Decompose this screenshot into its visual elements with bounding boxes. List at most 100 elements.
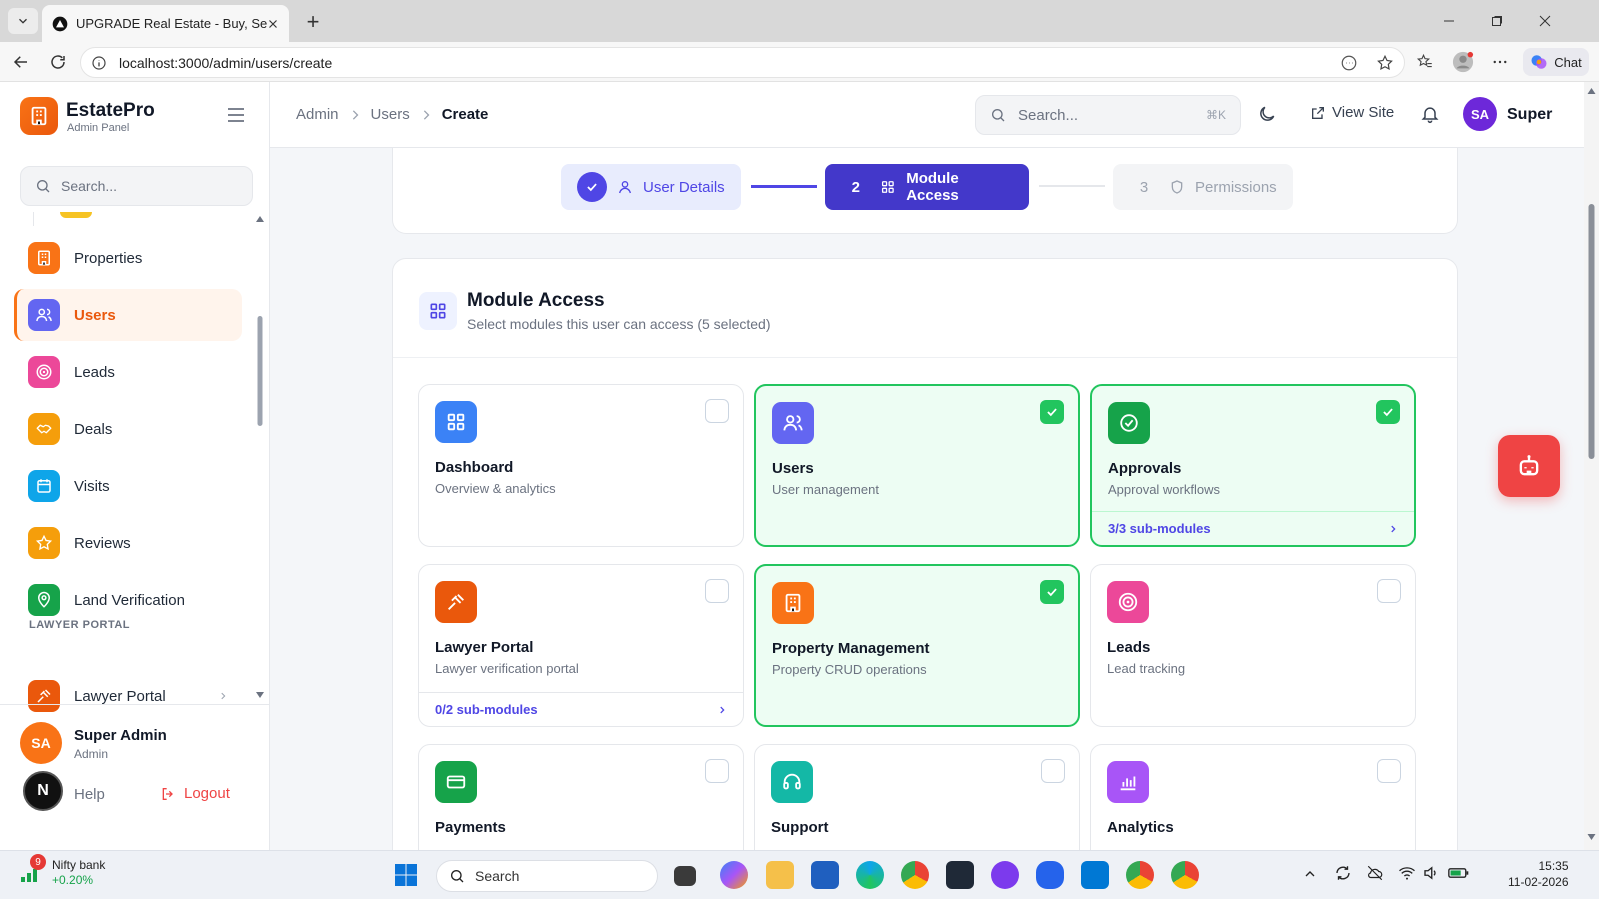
microsoft-store-icon[interactable] [811, 861, 839, 889]
avatar[interactable]: SA [1463, 97, 1497, 131]
reload-button[interactable] [46, 50, 70, 74]
module-card-users[interactable]: Users User management [754, 384, 1080, 547]
chrome-icon[interactable] [901, 861, 929, 889]
browser-tab-active[interactable]: UPGRADE Real Estate - Buy, Sell & [42, 5, 289, 42]
system-clock[interactable]: 15:35 11-02-2026 [1508, 858, 1569, 890]
sidebar-scrollbar[interactable] [255, 212, 265, 712]
copilot-chat-button[interactable]: Chat [1523, 48, 1589, 76]
minimize-button[interactable] [1434, 10, 1464, 32]
view-site-link[interactable]: View Site [1310, 104, 1394, 121]
breadcrumb-current: Create [441, 106, 489, 123]
module-checkbox[interactable] [705, 759, 729, 783]
taskbar-search[interactable]: Search [436, 860, 658, 892]
building-icon [28, 242, 60, 274]
global-search-input[interactable]: Search... ⌘K [975, 95, 1241, 135]
new-tab-button[interactable]: + [300, 9, 326, 34]
stock-ticker-widget[interactable]: 9 Nifty bank +0.20% [18, 854, 106, 888]
copilot-app-icon[interactable] [720, 861, 748, 889]
postgres-icon[interactable] [1036, 861, 1064, 889]
profile-button[interactable] [1451, 50, 1475, 74]
module-checkbox[interactable] [705, 579, 729, 603]
back-button[interactable] [9, 50, 33, 74]
nextjs-dev-badge[interactable]: N [23, 771, 63, 811]
theme-toggle-button[interactable] [1257, 104, 1277, 124]
page-scrollbar[interactable] [1584, 82, 1599, 850]
sidebar-item-visits[interactable]: Visits [14, 460, 242, 512]
step-user-details[interactable]: User Details [561, 164, 741, 210]
sub-modules-toggle[interactable]: 0/2 sub-modules [419, 692, 743, 726]
partial-nav-icon [60, 212, 92, 218]
external-link-icon [1312, 106, 1324, 119]
module-title: Lawyer Portal [435, 639, 534, 656]
module-checkbox-checked[interactable] [1040, 400, 1064, 424]
battery-icon[interactable] [1448, 864, 1470, 882]
edge-browser-icon[interactable] [856, 861, 884, 889]
sidebar-item-reviews[interactable]: Reviews [14, 517, 242, 569]
start-button[interactable] [394, 863, 418, 887]
sidebar-item-lawyer-portal[interactable]: Lawyer Portal [14, 676, 242, 716]
ticker-change: +0.20% [52, 873, 94, 887]
calendar-icon [28, 470, 60, 502]
sticky-app-icon[interactable] [946, 861, 974, 889]
sync-tray-icon[interactable] [1334, 864, 1352, 882]
close-window-button[interactable] [1530, 10, 1560, 32]
sidebar-toggle-button[interactable] [226, 106, 246, 124]
step-module-access[interactable]: 2 Module Access [825, 164, 1029, 210]
favorite-star-icon[interactable] [1376, 54, 1394, 72]
sidebar-search-placeholder: Search... [61, 178, 118, 194]
browser-menu-button[interactable] [1488, 50, 1512, 74]
favorites-button[interactable] [1413, 50, 1437, 74]
tray-overflow-button[interactable] [1302, 866, 1318, 882]
reading-mode-icon[interactable] [1340, 54, 1358, 72]
module-card-property-management[interactable]: Property Management Property CRUD operat… [754, 564, 1080, 727]
avatar[interactable]: SA [20, 722, 62, 764]
module-checkbox[interactable] [705, 399, 729, 423]
module-card-lawyer-portal[interactable]: Lawyer Portal Lawyer verification portal… [418, 564, 744, 727]
sidebar-search-input[interactable]: Search... [20, 166, 253, 206]
sidebar-item-properties[interactable]: Properties [14, 232, 242, 284]
help-link[interactable]: Help [74, 786, 105, 803]
module-checkbox[interactable] [1377, 579, 1401, 603]
module-card-dashboard[interactable]: Dashboard Overview & analytics [418, 384, 744, 547]
sidebar-item-label: Deals [74, 420, 113, 438]
ticker-name: Nifty bank [52, 858, 106, 872]
module-card-analytics[interactable]: Analytics [1090, 744, 1416, 850]
vscode-icon[interactable] [1081, 861, 1109, 889]
module-card-payments[interactable]: Payments [418, 744, 744, 850]
module-card-support[interactable]: Support [754, 744, 1080, 850]
module-checkbox[interactable] [1377, 759, 1401, 783]
sidebar-item-leads[interactable]: Leads [14, 346, 242, 398]
cloud-offline-icon[interactable] [1366, 864, 1384, 882]
module-card-approvals[interactable]: Approvals Approval workflows 3/3 sub-mod… [1090, 384, 1416, 547]
clock-time: 15:35 [1538, 859, 1569, 873]
handshake-icon [28, 413, 60, 445]
maximize-button[interactable] [1482, 10, 1512, 32]
podcast-app-icon[interactable] [991, 861, 1019, 889]
header-user-name[interactable]: Super [1507, 106, 1552, 124]
module-checkbox-checked[interactable] [1040, 580, 1064, 604]
sidebar-item-deals[interactable]: Deals [14, 403, 242, 455]
info-icon[interactable] [91, 55, 107, 71]
ai-assistant-button[interactable] [1498, 435, 1560, 497]
file-explorer-icon[interactable] [766, 861, 794, 889]
logout-button[interactable]: Logout [160, 785, 230, 802]
task-view-icon[interactable] [674, 866, 696, 886]
module-checkbox[interactable] [1041, 759, 1065, 783]
module-card-leads[interactable]: Leads Lead tracking [1090, 564, 1416, 727]
wifi-icon[interactable] [1398, 864, 1416, 882]
breadcrumb-admin[interactable]: Admin [296, 106, 339, 123]
volume-icon[interactable] [1422, 864, 1440, 882]
chart-up-icon: 9 [18, 854, 46, 886]
module-checkbox-checked[interactable] [1376, 400, 1400, 424]
address-bar[interactable]: localhost:3000/admin/users/create [80, 47, 1405, 78]
chrome-profile-icon[interactable] [1126, 861, 1154, 889]
module-description: Overview & analytics [435, 481, 556, 496]
sub-modules-toggle[interactable]: 3/3 sub-modules [1092, 511, 1414, 545]
breadcrumb-users[interactable]: Users [371, 106, 410, 123]
step-permissions[interactable]: 3 Permissions [1113, 164, 1293, 210]
chrome-profile-icon[interactable] [1171, 861, 1199, 889]
sidebar-item-users[interactable]: Users [14, 289, 242, 341]
notifications-button[interactable] [1420, 104, 1440, 124]
tab-actions-menu[interactable] [8, 8, 38, 34]
close-tab-icon[interactable] [267, 18, 279, 30]
